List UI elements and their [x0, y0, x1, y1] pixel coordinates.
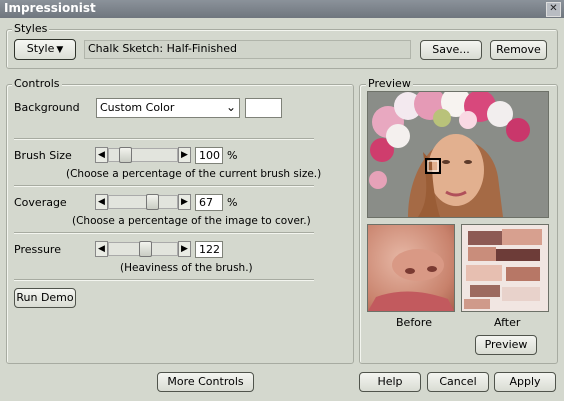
divider-2	[14, 185, 314, 187]
pressure-slider[interactable]	[108, 241, 178, 257]
portrait-image	[368, 92, 548, 217]
coverage-increase-arrow-icon[interactable]: ▶	[178, 194, 191, 210]
background-select[interactable]: Custom Color ⌄	[96, 98, 240, 118]
brush-size-increase-arrow-icon[interactable]: ▶	[178, 147, 191, 163]
after-label: After	[494, 316, 521, 329]
cancel-button[interactable]: Cancel	[427, 372, 489, 392]
preview-button[interactable]: Preview	[475, 335, 537, 355]
divider-3	[14, 232, 314, 234]
dropdown-caret-icon: ▼	[56, 45, 64, 55]
save-style-button[interactable]: Save...	[420, 40, 482, 60]
pressure-label: Pressure	[14, 243, 61, 256]
style-menu-button[interactable]: Style ▼	[14, 39, 76, 60]
chevron-down-icon: ⌄	[225, 100, 236, 114]
title-bar[interactable]: Impressionist ✕	[0, 0, 564, 18]
window-title: Impressionist	[4, 1, 96, 15]
styles-group-label: Styles	[12, 22, 50, 35]
more-controls-button[interactable]: More Controls	[157, 372, 254, 392]
coverage-slider[interactable]	[108, 194, 178, 210]
pressure-decrease-arrow-icon[interactable]: ◀	[95, 241, 108, 257]
pressure-increase-arrow-icon[interactable]: ▶	[178, 241, 191, 257]
run-demo-button[interactable]: Run Demo	[14, 288, 76, 308]
coverage-slider-thumb[interactable]	[146, 194, 159, 210]
apply-button[interactable]: Apply	[494, 372, 556, 392]
coverage-unit: %	[227, 196, 238, 209]
coverage-input[interactable]: 67	[195, 194, 223, 211]
brush-size-slider[interactable]	[108, 147, 178, 163]
current-style-field: Chalk Sketch: Half-Finished	[84, 40, 411, 59]
after-preview-image	[461, 224, 549, 312]
after-preview-detail	[464, 229, 542, 309]
before-label: Before	[396, 316, 432, 329]
before-preview-image	[367, 224, 455, 312]
brush-size-slider-thumb[interactable]	[119, 147, 132, 163]
divider-1	[14, 138, 314, 140]
preview-group-label: Preview	[366, 77, 413, 90]
brush-size-input[interactable]: 100	[195, 147, 223, 164]
pressure-hint: (Heaviness of the brush.)	[120, 262, 253, 274]
brush-size-label: Brush Size	[14, 149, 72, 162]
coverage-label: Coverage	[14, 196, 67, 209]
help-button[interactable]: Help	[359, 372, 421, 392]
before-preview-detail	[368, 249, 454, 311]
source-image-thumbnail[interactable]	[367, 91, 549, 218]
coverage-hint: (Choose a percentage of the image to cov…	[72, 215, 311, 227]
brush-size-unit: %	[227, 149, 238, 162]
pressure-slider-thumb[interactable]	[139, 241, 152, 257]
style-button-label: Style	[26, 42, 55, 55]
controls-group-label: Controls	[12, 77, 62, 90]
brush-size-hint: (Choose a percentage of the current brus…	[66, 168, 322, 180]
pressure-input[interactable]: 122	[195, 241, 223, 258]
impressionist-dialog: Impressionist ✕ Styles Style ▼ Chalk Sket…	[0, 0, 564, 401]
background-color-swatch[interactable]	[245, 98, 282, 118]
remove-style-button[interactable]: Remove	[490, 40, 547, 60]
coverage-decrease-arrow-icon[interactable]: ◀	[95, 194, 108, 210]
background-label: Background	[14, 101, 80, 114]
divider-4	[14, 279, 314, 281]
close-icon[interactable]: ✕	[546, 2, 561, 17]
background-selected-value: Custom Color	[100, 101, 175, 114]
brush-size-decrease-arrow-icon[interactable]: ◀	[95, 147, 108, 163]
